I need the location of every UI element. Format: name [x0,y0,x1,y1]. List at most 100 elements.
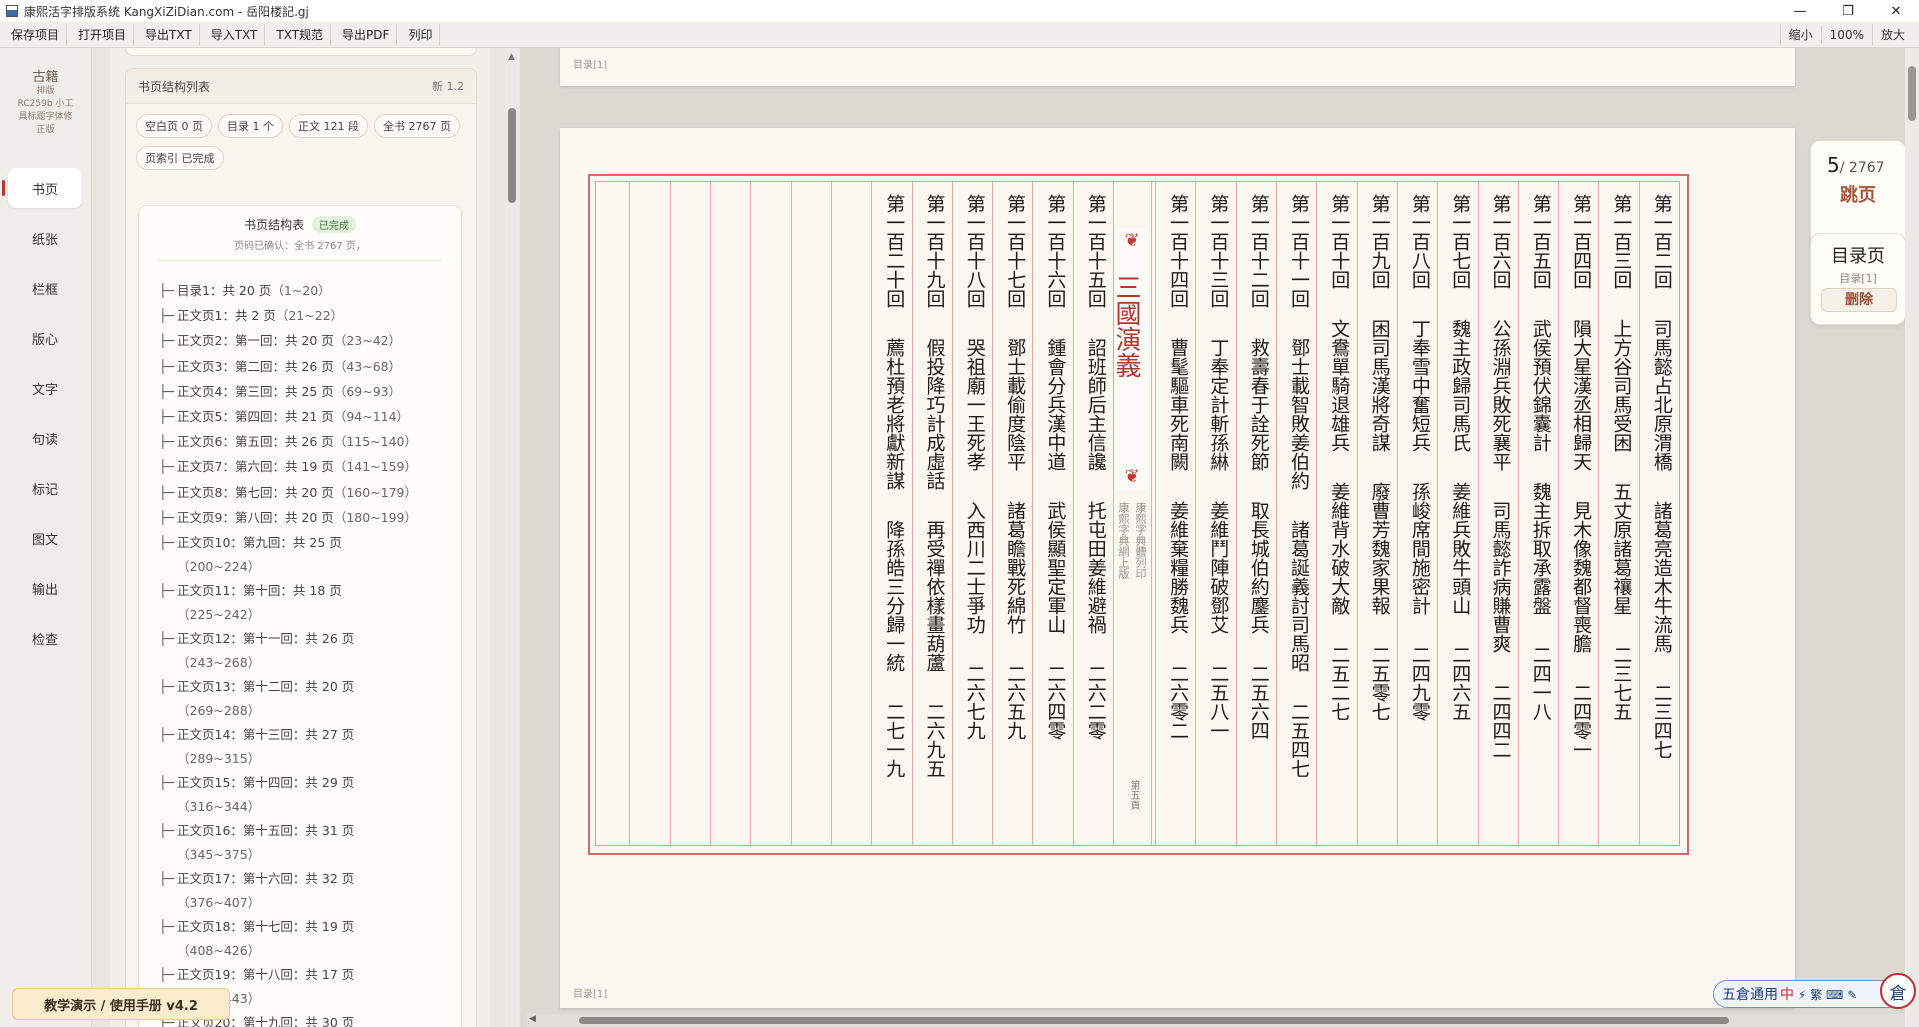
tree-row[interactable]: ├─ 正文页10：第九回：共 25 页 （200~224） [159,532,342,574]
export-pdf-button[interactable]: 导出PDF [335,24,398,45]
tree-row[interactable]: ├─ 正文页12：第十一回：共 26 页 （243~268） [159,628,355,670]
chapter-title: 姜維鬥陣破鄧艾 [1207,501,1230,634]
nav-item-punctuation[interactable]: 句读 [8,418,82,458]
tree-row-count: 第一回：共 20 页 [234,333,334,349]
ime-tools-icon[interactable]: ⚡ 繁 ⌨ ✎ [1798,986,1857,1003]
tree-row[interactable]: ├─ 正文页7：第六回：共 19 页（141~159） [159,456,417,475]
ime-logo-icon[interactable]: 倉 [1880,973,1916,1009]
tree-row[interactable]: ├─ 正文页13：第十二回：共 20 页 （269~288） [159,676,354,718]
zoom-out-button[interactable]: 缩小 [1779,24,1821,45]
version-badge: 新 1.2 [432,80,464,93]
tree-row-range: （23~42） [333,333,402,349]
nav-item-marks[interactable]: 标记 [8,468,82,508]
tree-row[interactable]: ├─ 正文页1：共 2 页（21~22） [159,305,343,324]
tree-row[interactable]: ├─ 正文页2：第一回：共 20 页（23~42） [159,330,401,349]
tree-row-count: 第七回：共 20 页 [234,484,334,500]
scroll-left-icon[interactable]: ◀ [529,1014,536,1024]
toc-entry-column: 第一百九回困司馬漢將奇謀廢曹芳魏家果報二五零七 [1364,194,1391,721]
canvas-vscrollbar[interactable] [1905,48,1919,1027]
tree-row[interactable]: ├─ 正文页3：第二回：共 26 页（43~68） [159,356,401,375]
chapter-title: 再受禪依樣畫葫蘆 [923,520,946,672]
page-label: 目录[1] [573,989,608,1000]
toc-card-title: 目录页 [1831,246,1885,267]
chapter-page: 二四四二 [1489,683,1512,759]
chip-page-index[interactable]: 页索引 已完成 [136,146,224,170]
tree-row[interactable]: ├─ 目录1：共 20 页（1~20） [159,280,331,299]
chapter-title: 救壽春于詮死節 [1247,338,1270,471]
tree-row-count: 第十一回：共 26 页 [242,631,355,646]
tree-row[interactable]: ├─ 正文页6：第五回：共 26 页（115~140） [159,431,417,450]
txt-spec-button[interactable]: TXT规范 [269,24,332,45]
toolbar: 保存项目 打开项目 导出TXT 导入TXT TXT规范 导出PDF 列印 缩小 … [0,22,1919,48]
chapter-title: 隕大星漢丞相歸天 [1570,319,1593,471]
toc-entry-column: 第一百十七回鄧士載偷度陰平諸葛瞻戰死綿竹二六五九 [999,194,1026,740]
nav-item-center[interactable]: 版心 [8,318,82,358]
tutorial-button[interactable]: 教学演示 / 使用手册 v4.2 [12,988,230,1020]
close-icon[interactable]: ✕ [1876,0,1916,22]
chip-total-pages[interactable]: 全书 2767 页 [374,114,460,138]
tree-row-range: （316~344） [177,799,261,814]
page-frame: ❦ 三國演義 ❦ 康熙字典體列印 康熙字典網上版 第五頁 第一百二回司馬懿占北原… [588,174,1689,855]
tree-row-count: 第十五回：共 31 页 [242,823,355,838]
tree-row[interactable]: ├─ 正文页8：第七回：共 20 页（160~179） [159,482,417,501]
tree-row-range: （43~68） [333,358,402,374]
tree-row[interactable]: ├─ 正文页15：第十四回：共 29 页 （316~344） [159,772,354,814]
open-project-button[interactable]: 打开项目 [71,24,135,45]
nav-item-output[interactable]: 输出 [8,568,82,608]
tree-row-count: 第十回：共 18 页 [242,583,342,598]
page-canvas[interactable]: 目录[1] 目录[1] ❦ 三國演義 ❦ 康熙字典體列印 康熙字典網上版 第五頁… [520,48,1919,1027]
tree-row[interactable]: ├─ 正文页9：第八回：共 20 页（180~199） [159,507,417,526]
brand-line: 正版 [36,125,55,135]
print-button[interactable]: 列印 [401,24,441,45]
tree-row-label: 正文页4： [177,383,235,399]
nav-item-pages[interactable]: 书页 [2,168,82,208]
tree-row[interactable]: ├─ 正文页17：第十六回：共 32 页 （376~407） [159,868,354,910]
tree-row[interactable]: ├─ 正文页18：第十七回：共 19 页 （408~426） [159,916,354,958]
tree-row[interactable]: ├─ 正文页11：第十回：共 18 页 （225~242） [159,580,342,622]
jump-button[interactable]: 跳页 [1811,181,1905,207]
chapter-title: 見木像魏都督喪膽 [1570,501,1593,653]
ime-toolbar[interactable]: 五倉通用 中 ⚡ 繁 ⌨ ✎ [1713,980,1891,1008]
toc-entry-column: 第一百十一回鄧士載智敗姜伯約諸葛誕義討司馬昭二五四七 [1283,194,1310,778]
zoom-in-button[interactable]: 放大 [1871,24,1913,45]
maximize-icon[interactable]: ❐ [1828,0,1868,22]
panel-scrollbar[interactable]: ▲ [505,48,519,1027]
previous-page[interactable]: 目录[1] [560,48,1795,86]
scrollbar-thumb[interactable] [579,1017,1729,1024]
nav-item-images[interactable]: 图文 [8,518,82,558]
tree-branch-icon: ├─ [159,333,175,349]
chip-blank-pages[interactable]: 空白页 0 页 [136,114,212,138]
page-structure-card: 书页结构列表 新 1.2 空白页 0 页 目录 1 个 正文 121 段 全书 … [125,68,477,1027]
nav-item-paper[interactable]: 纸张 [8,218,82,258]
tree-branch-icon: ├─ [159,871,175,886]
canvas-hscrollbar[interactable]: ◀ [527,1014,1905,1027]
save-project-button[interactable]: 保存项目 [4,24,68,45]
tree-row[interactable]: ├─ 正文页16：第十五回：共 31 页 （345~375） [159,820,355,862]
chip-body-sections[interactable]: 正文 121 段 [289,114,368,138]
column-rule [1558,182,1560,845]
nav-item-check[interactable]: 检查 [8,618,82,658]
scrollbar-thumb[interactable] [508,108,516,203]
export-txt-button[interactable]: 导出TXT [138,24,200,45]
tree-row-label: 正文页14： [177,727,243,742]
column-rule [1437,182,1439,845]
nav-item-text[interactable]: 文字 [8,368,82,408]
chapter-title: 困司馬漢將奇謀 [1368,319,1391,452]
nav-item-frame[interactable]: 栏框 [8,268,82,308]
ime-mode[interactable]: 中 [1780,984,1794,1004]
chapter-page: 二五八一 [1207,664,1230,740]
tree-row[interactable]: ├─正文页19：第十八回：共 17 页（427~443） [159,964,354,1006]
ornament-icon: ❦ [1124,466,1140,487]
tree-branch-icon: ├─ [159,775,175,790]
minimize-icon[interactable]: — [1780,0,1820,22]
import-txt-button[interactable]: 导入TXT [204,24,266,45]
tree-row[interactable]: ├─ 正文页4：第三回：共 25 页（69~93） [159,381,401,400]
column-rule [951,182,953,845]
chip-toc[interactable]: 目录 1 个 [218,114,283,138]
scroll-up-icon[interactable]: ▲ [508,52,515,62]
chapter-number: 第一百十二回 [1247,194,1270,308]
delete-button[interactable]: 删除 [1821,288,1897,312]
scrollbar-thumb[interactable] [1908,66,1916,121]
tree-row[interactable]: ├─ 正文页14：第十三回：共 27 页 （289~315） [159,724,354,766]
tree-row[interactable]: ├─ 正文页5：第四回：共 21 页（94~114） [159,406,409,425]
